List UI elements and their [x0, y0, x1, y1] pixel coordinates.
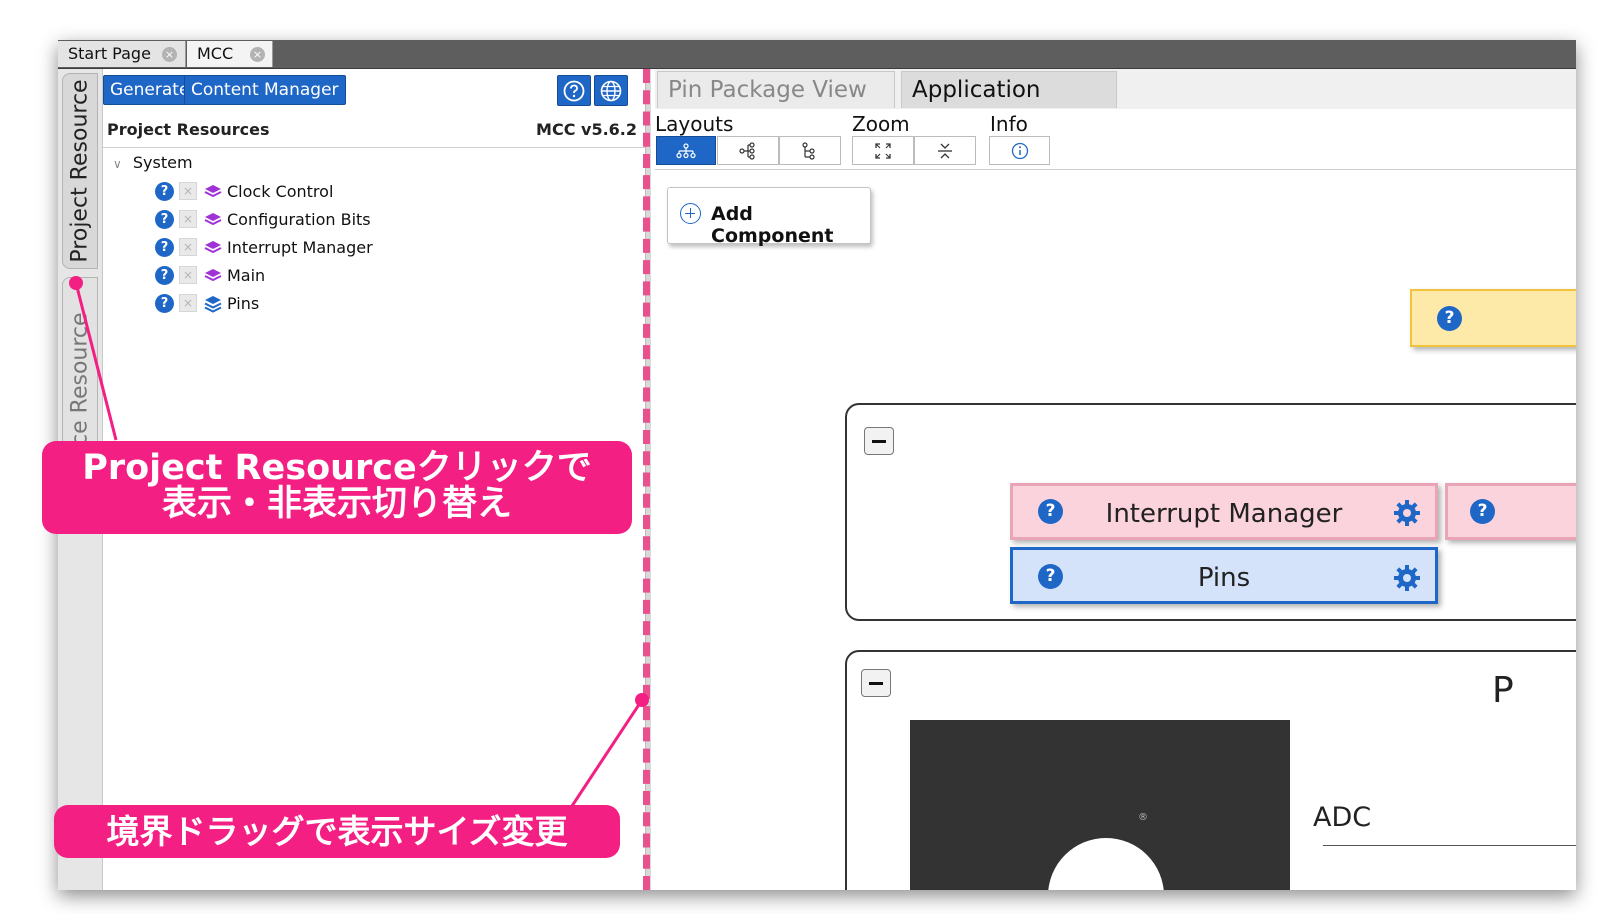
- annotation-toggle: Project Resourceクリックで 表示・非表示切り替え: [42, 441, 632, 534]
- annotation-toggle-line2: 表示・非表示切り替え: [161, 484, 512, 524]
- annotation-resize: 境界ドラッグで表示サイズ変更: [54, 805, 620, 858]
- annotation-toggle-line1: Project Resourceクリックで: [82, 448, 592, 488]
